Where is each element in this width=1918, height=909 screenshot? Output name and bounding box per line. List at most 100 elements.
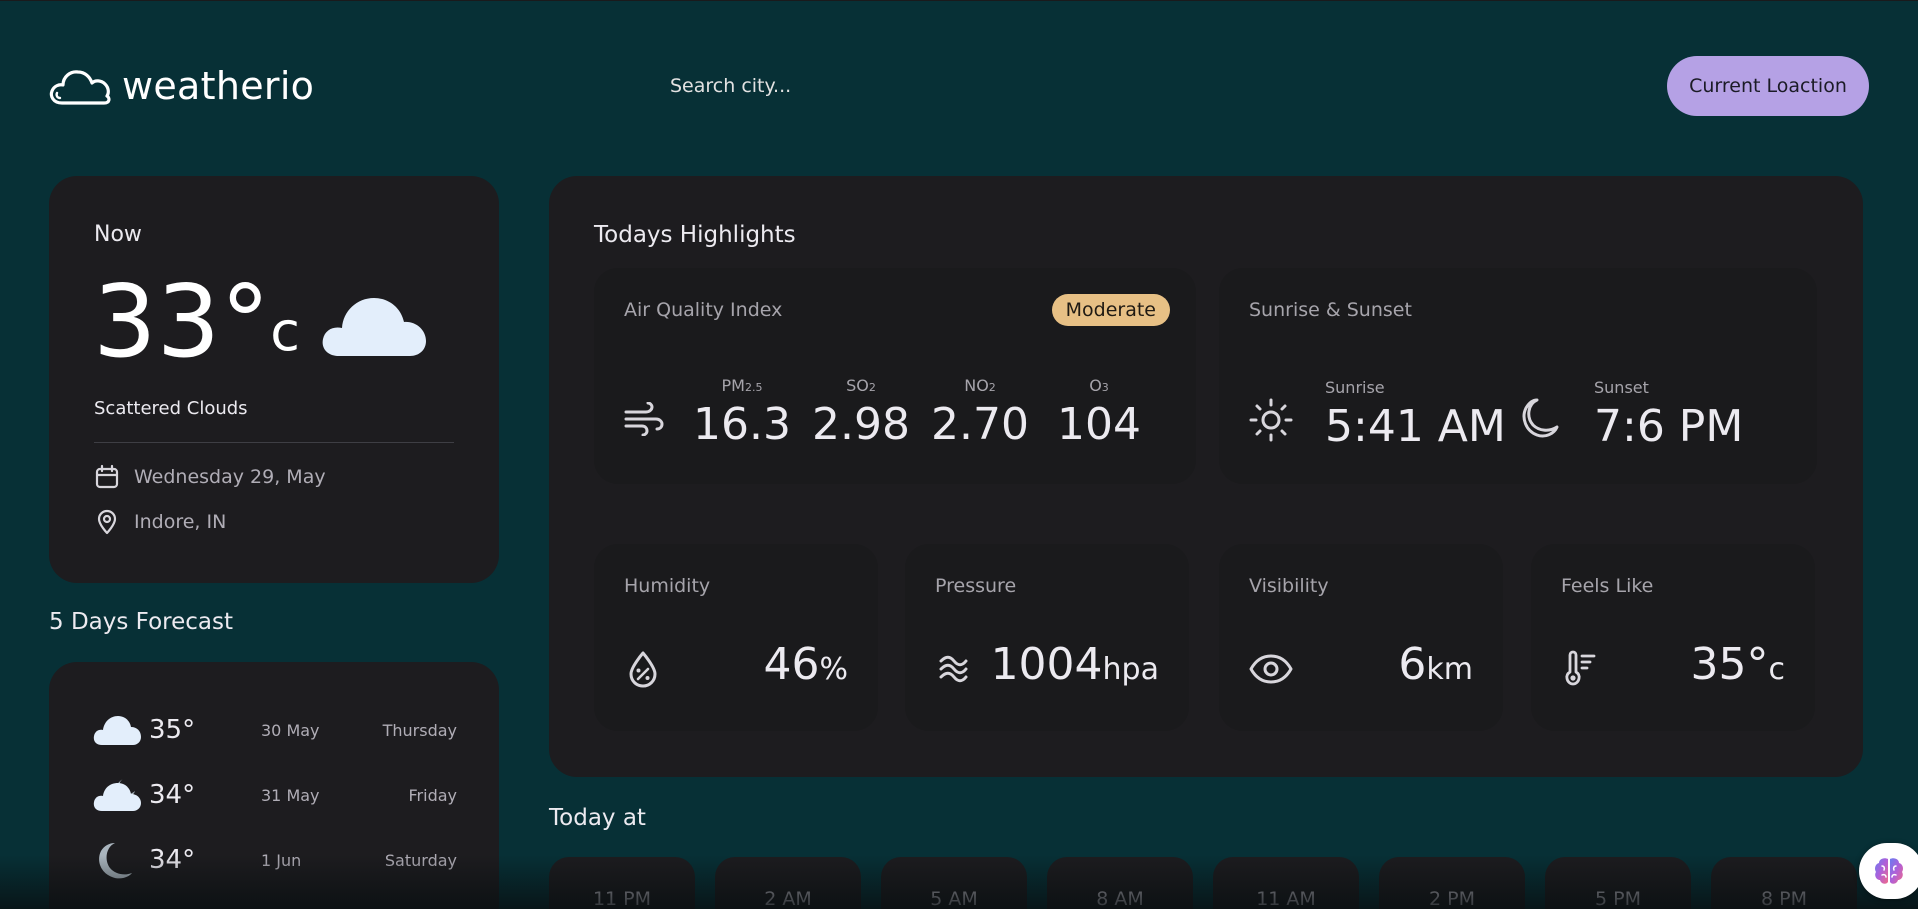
pressure-label: Pressure — [935, 575, 1017, 597]
sunrise-block: Sunrise 5:41 AM — [1325, 378, 1506, 452]
location-row: Indore, IN — [94, 509, 226, 535]
weather-description: Scattered Clouds — [94, 398, 248, 419]
hour-label: 2 PM — [1429, 888, 1475, 909]
pollutant-name: O3 — [1044, 376, 1154, 395]
current-location-button[interactable]: Current Loaction — [1667, 56, 1869, 116]
hourly-card: 5 PM — [1545, 857, 1691, 909]
forecast-row: 34° 31 May Friday — [93, 773, 457, 817]
hourly-card: 11 PM — [549, 857, 695, 909]
visibility-unit: km — [1426, 652, 1473, 687]
pollutant-value: 2.98 — [812, 399, 910, 450]
pollutant-value: 2.70 — [931, 399, 1029, 450]
air-quality-label: Air Quality Index — [624, 299, 783, 321]
visibility-label: Visibility — [1249, 575, 1329, 597]
feels-like-value: 35°c — [1691, 639, 1786, 690]
sunrise-sunset-label: Sunrise & Sunset — [1249, 299, 1412, 321]
forecast-card: 35° 30 May Thursday 34° 31 May Friday 34… — [49, 662, 499, 909]
forecast-title: 5 Days Forecast — [49, 609, 233, 635]
sun-icon — [1249, 398, 1293, 442]
humidity-icon — [629, 651, 657, 688]
current-temperature: 33°c — [93, 272, 300, 372]
pollutant-pm25: PM2.5 16.3 — [687, 376, 797, 450]
hour-label: 8 AM — [1096, 888, 1144, 909]
feels-like-card: Feels Like 35°c — [1531, 544, 1815, 731]
feels-like-unit: c — [1768, 652, 1786, 687]
now-title: Now — [94, 222, 142, 247]
thermometer-icon — [1565, 650, 1596, 686]
visibility-card: Visibility 6km — [1219, 544, 1503, 731]
logo-text: weatherio — [122, 64, 315, 108]
wind-icon — [624, 402, 664, 436]
highlights-card: Todays Highlights Air Quality Index Mode… — [549, 176, 1863, 777]
eye-icon — [1249, 654, 1293, 684]
pollutant-symbol: SO — [846, 376, 869, 395]
forecast-day: Friday — [408, 785, 458, 805]
assistant-button[interactable] — [1859, 843, 1918, 899]
pollutant-symbol: O — [1089, 376, 1102, 395]
cloud-icon — [322, 298, 426, 356]
sunset-label: Sunset — [1594, 378, 1649, 397]
humidity-label: Humidity — [624, 575, 711, 597]
feels-like-label: Feels Like — [1561, 575, 1654, 597]
pollutant-symbol: PM — [721, 376, 745, 395]
current-weather-card: Now 33°c Scattered Clouds Wednesday 29, … — [49, 176, 499, 583]
sunrise-label: Sunrise — [1325, 378, 1385, 397]
hour-label: 11 AM — [1256, 888, 1316, 909]
pollutant-subscript: 2 — [988, 381, 996, 394]
hourly-card: 8 AM — [1047, 857, 1193, 909]
hourly-card: 11 AM — [1213, 857, 1359, 909]
pressure-number: 1004 — [990, 639, 1103, 690]
forecast-temp: 34° — [149, 845, 196, 875]
pressure-card: Pressure 1004hpa — [905, 544, 1189, 731]
humidity-unit: % — [819, 652, 848, 687]
sunrise-time: 5:41 AM — [1325, 401, 1506, 452]
top-border — [0, 0, 1918, 1]
hourly-card: 2 PM — [1379, 857, 1525, 909]
pollutant-symbol: NO — [964, 376, 989, 395]
pollutant-name: SO2 — [806, 376, 916, 395]
today-title: Today at — [549, 805, 646, 831]
pollutant-subscript: 3 — [1101, 381, 1109, 394]
humidity-value: 46% — [763, 639, 848, 690]
search-bar[interactable] — [650, 62, 1070, 110]
pollutant-name: NO2 — [925, 376, 1035, 395]
pollutant-name: PM2.5 — [687, 376, 797, 395]
location-pin-icon — [97, 509, 117, 535]
hour-label: 5 AM — [930, 888, 978, 909]
search-input[interactable] — [650, 62, 1070, 110]
brain-icon — [1875, 858, 1903, 884]
forecast-row: 35° 30 May Thursday — [93, 708, 457, 752]
hour-label: 5 PM — [1595, 888, 1641, 909]
forecast-temp: 34° — [149, 780, 196, 810]
temperature-value: 33° — [93, 263, 271, 380]
air-quality-card: Air Quality Index Moderate PM2.5 16.3 SO… — [594, 268, 1196, 484]
hour-label: 2 AM — [764, 888, 812, 909]
feels-like-number: 35° — [1690, 639, 1769, 690]
date-text: Wednesday 29, May — [134, 466, 326, 488]
cloud-icon — [93, 716, 141, 745]
pollutant-subscript: 2 — [868, 381, 876, 394]
temperature-unit: c — [270, 300, 300, 363]
hourly-card: 5 AM — [881, 857, 1027, 909]
visibility-number: 6 — [1398, 639, 1427, 690]
date-row: Wednesday 29, May — [94, 464, 326, 490]
waves-icon — [939, 655, 968, 683]
sunset-block: Sunset 7:6 PM — [1594, 378, 1743, 452]
divider — [94, 442, 454, 443]
moon-icon — [99, 843, 132, 879]
aqi-badge: Moderate — [1051, 294, 1170, 326]
humidity-card: Humidity 46% — [594, 544, 878, 731]
forecast-date: 1 Jun — [261, 850, 302, 870]
humidity-number: 46 — [763, 639, 820, 690]
cloud-logo-icon — [49, 70, 111, 105]
visibility-value: 6km — [1398, 639, 1473, 690]
calendar-icon — [95, 464, 119, 489]
forecast-date: 30 May — [261, 720, 320, 740]
pollutant-value: 104 — [1057, 399, 1141, 450]
logo[interactable]: weatherio — [48, 64, 314, 108]
highlights-title: Todays Highlights — [594, 222, 796, 248]
forecast-row: 34° 1 Jun Saturday — [93, 838, 457, 882]
pollutant-subscript: 2.5 — [744, 381, 763, 394]
hourly-card: 8 PM — [1711, 857, 1857, 909]
pollutant-value: 16.3 — [693, 399, 791, 450]
